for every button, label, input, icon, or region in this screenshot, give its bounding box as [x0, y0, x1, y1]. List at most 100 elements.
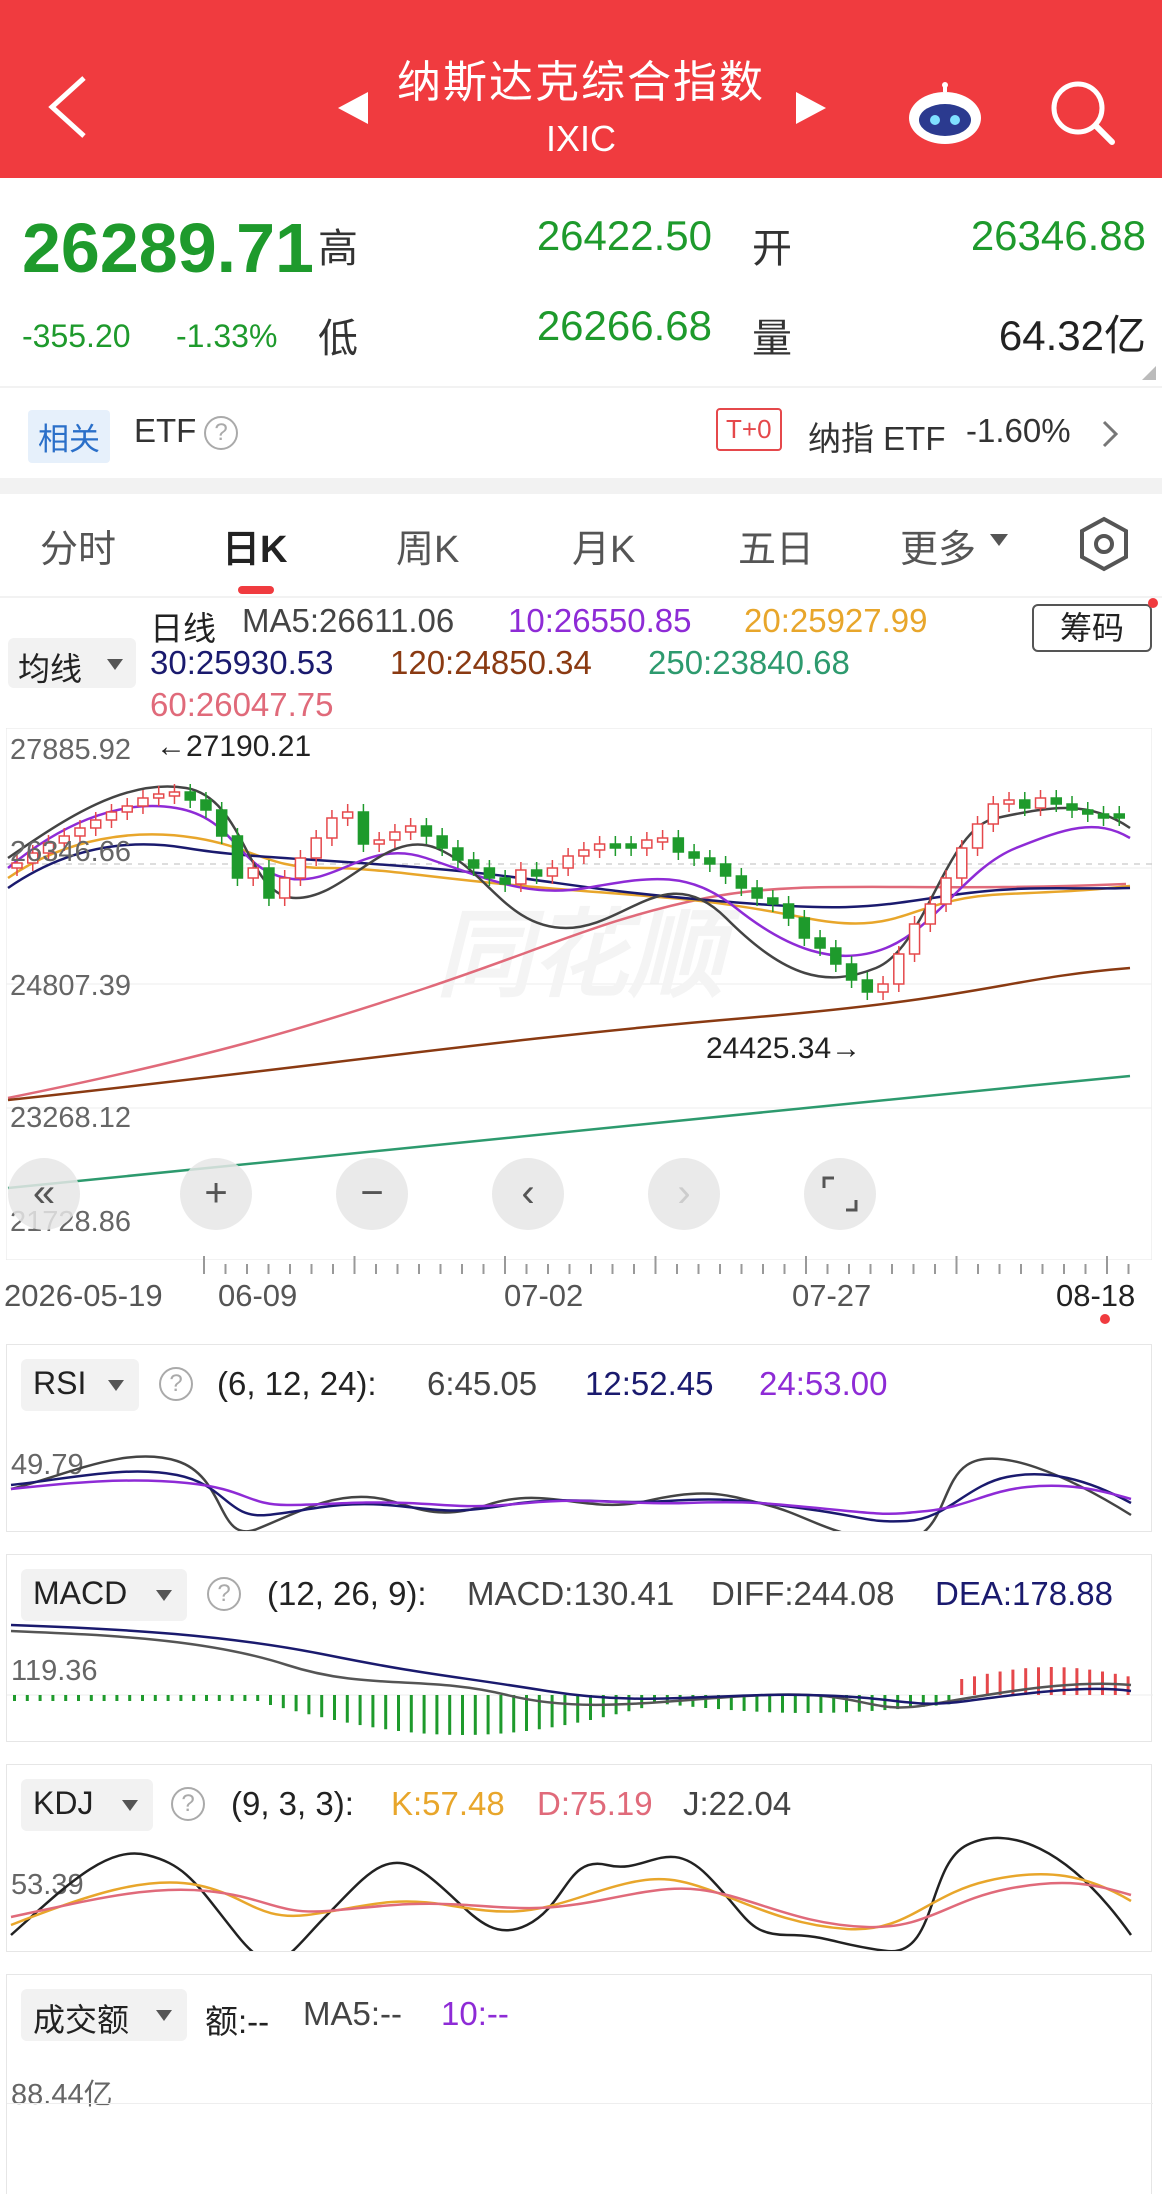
macd-chart: [7, 1623, 1153, 1735]
kdj-name: KDJ: [33, 1785, 94, 1821]
dea-value: DEA:178.88: [935, 1575, 1113, 1612]
rsi-name: RSI: [33, 1365, 87, 1401]
turnover-ma5: MA5:--: [303, 1995, 402, 2032]
rsi-24-value: 24:53.00: [759, 1365, 888, 1402]
etf-name: 纳指 ETF: [808, 420, 946, 457]
date-tick-marks: [203, 1256, 1130, 1274]
ma120-value: 120:24850.34: [390, 644, 592, 681]
search-icon[interactable]: [1046, 76, 1118, 148]
y-axis-label: 24807.39: [10, 970, 131, 1002]
grid-line: [7, 2103, 1153, 2104]
turnover-panel[interactable]: 成交额 额:-- MA5:-- 10:-- 88.44亿: [6, 1974, 1153, 2194]
macd-name: MACD: [33, 1575, 128, 1611]
kdj-params: (9, 3, 3):: [231, 1785, 354, 1822]
volume-value: 64.32亿: [998, 312, 1146, 359]
turnover-indicator-button[interactable]: 成交额: [21, 1989, 187, 2041]
help-icon[interactable]: ?: [204, 416, 238, 450]
open-value: 26346.88: [970, 212, 1146, 259]
robot-assistant-icon[interactable]: [906, 82, 984, 146]
date-label: 2026-05-19: [4, 1278, 163, 1313]
macd-value: MACD:130.41: [467, 1575, 675, 1612]
d-value: D:75.19: [537, 1785, 653, 1822]
date-label: 07-27: [792, 1278, 872, 1313]
y-axis-label: 26346.66: [10, 836, 131, 868]
dropdown-icon: [108, 1380, 124, 1391]
turnover-ma10: 10:--: [441, 1995, 509, 2032]
fullscreen-button[interactable]: [804, 1158, 876, 1230]
y-axis-label: 23268.12: [10, 1102, 131, 1134]
etf-change: -1.60%: [966, 412, 1071, 449]
low-value: 26266.68: [536, 302, 712, 349]
tab-weekly-k[interactable]: 周K: [396, 518, 459, 573]
scroll-right-button[interactable]: ›: [648, 1158, 720, 1230]
tab-monthly-k[interactable]: 月K: [572, 518, 635, 573]
tab-more[interactable]: 更多: [900, 518, 976, 573]
k-value: K:57.48: [391, 1785, 505, 1822]
date-label: 06-09: [218, 1278, 298, 1313]
ma-selector-button[interactable]: 均线: [8, 638, 136, 688]
date-label: 07-02: [504, 1278, 584, 1313]
rsi-6-value: 6:45.05: [427, 1365, 538, 1402]
dropdown-icon: [156, 1590, 172, 1601]
zoom-out-button[interactable]: −: [336, 1158, 408, 1230]
dropdown-icon: [990, 534, 1008, 546]
quote-panel: 26289.71 -355.20 -1.33% 高 26422.50 开 263…: [0, 178, 1162, 388]
rsi-12-value: 12:52.45: [585, 1365, 714, 1402]
rsi-params: (6, 12, 24):: [217, 1365, 377, 1402]
last-price: 26289.71: [22, 209, 314, 287]
kdj-chart: [10, 1836, 1133, 1951]
turnover-axis-label: 88.44亿: [11, 2079, 113, 2111]
macd-panel[interactable]: MACD ? (12, 26, 9): MACD:130.41 DIFF:244…: [6, 1554, 1153, 1742]
etf-label: ETF: [134, 412, 197, 449]
ma30-value: 30:25930.53: [150, 644, 334, 681]
high-value: 26422.50: [536, 212, 712, 259]
period-tabs: 分时 日K 周K 月K 五日 更多: [0, 496, 1162, 596]
chevron-right-icon: [1102, 420, 1119, 448]
volume-label: 量: [752, 317, 792, 361]
related-etf-row[interactable]: 相关 ETF ? T+0 纳指 ETF -1.60%: [0, 388, 1162, 480]
ma10-value: 10:26550.85: [508, 602, 692, 639]
turnover-name: 成交额: [33, 2002, 130, 2038]
corner-mark-icon: [1142, 366, 1156, 380]
kline-chart[interactable]: 同花顺 ←27190.21 24425.34→: [6, 728, 1152, 1260]
rsi-panel[interactable]: RSI ? (6, 12, 24): 6:45.05 12:52.45 24:5…: [6, 1344, 1152, 1532]
low-label: 低: [318, 317, 358, 361]
help-icon[interactable]: ?: [159, 1367, 193, 1401]
index-code: IXIC: [545, 118, 616, 159]
help-icon[interactable]: ?: [207, 1577, 241, 1611]
watermark-logo: 同花顺: [436, 902, 741, 1009]
latest-date-dot: [1100, 1314, 1110, 1324]
j-value: J:22.04: [683, 1785, 792, 1822]
scroll-to-start-button[interactable]: «: [8, 1158, 80, 1230]
kline-period-label: 日线: [150, 610, 216, 647]
tab-daily-k[interactable]: 日K: [222, 518, 287, 573]
settings-icon[interactable]: [1076, 516, 1132, 572]
kdj-indicator-button[interactable]: KDJ: [21, 1779, 153, 1831]
tab-intraday[interactable]: 分时: [40, 518, 116, 573]
notify-dot: [1148, 598, 1158, 608]
kdj-panel[interactable]: KDJ ? (9, 3, 3): K:57.48 D:75.19 J:22.04…: [6, 1764, 1152, 1952]
help-icon[interactable]: ?: [171, 1787, 205, 1821]
ma250-line: [7, 1074, 1131, 1190]
chips-button[interactable]: 筹码: [1032, 604, 1152, 652]
high-label: 高: [318, 227, 358, 271]
active-tab-indicator: [238, 586, 274, 594]
macd-params: (12, 26, 9):: [267, 1575, 427, 1612]
ma20-value: 20:25927.99: [744, 602, 928, 639]
t0-tag: T+0: [716, 408, 782, 451]
divider: [0, 596, 1162, 598]
ma250-value: 250:23840.68: [648, 644, 850, 681]
rsi-indicator-button[interactable]: RSI: [21, 1359, 139, 1411]
zoom-in-button[interactable]: +: [180, 1158, 252, 1230]
tab-five-day[interactable]: 五日: [738, 518, 814, 573]
date-label: 08-18: [1056, 1278, 1136, 1313]
top-bar: 纳斯达克综合指数 IXIC: [0, 0, 1162, 178]
ma60-value: 60:26047.75: [150, 686, 334, 723]
related-tag: 相关: [28, 410, 110, 463]
dropdown-icon: [107, 659, 123, 670]
stock-detail-page: 纳斯达克综合指数 IXIC 26289.71 -355.20 -1.33% 高 …: [0, 0, 1162, 2198]
macd-indicator-button[interactable]: MACD: [21, 1569, 187, 1621]
next-index-icon[interactable]: [790, 88, 830, 128]
scroll-left-button[interactable]: ‹: [492, 1158, 564, 1230]
period-high-marker: ←27190.21: [156, 730, 311, 763]
